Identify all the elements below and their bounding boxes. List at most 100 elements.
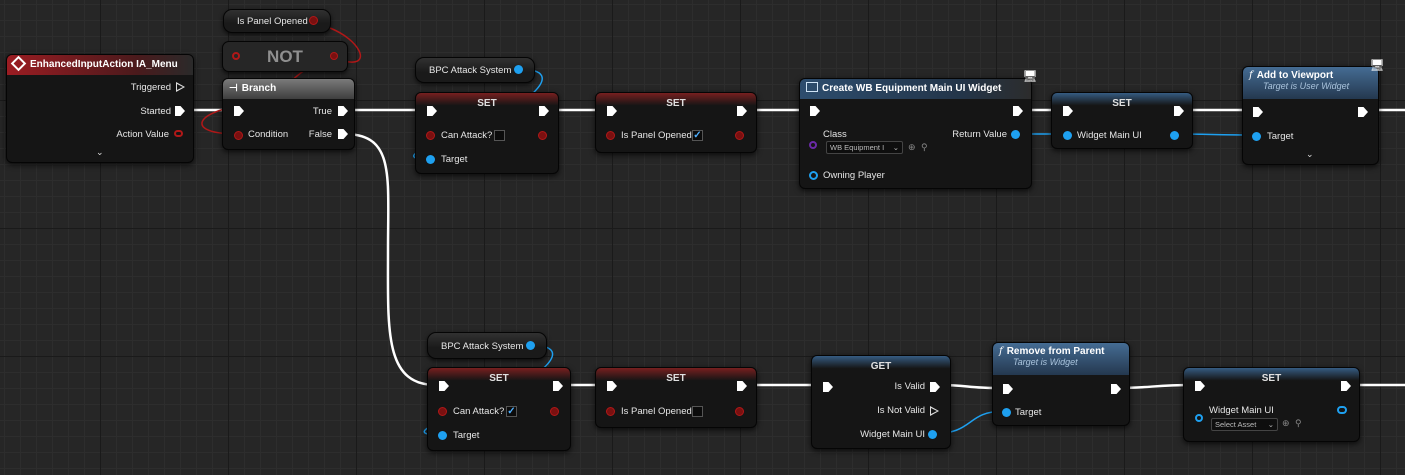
pin-label-target: Target	[453, 430, 480, 441]
create-widget-header[interactable]: Create WB Equipment Main UI Widget	[800, 79, 1031, 99]
exec-pin-out[interactable]	[1111, 384, 1121, 394]
not-label: NOT	[267, 47, 303, 66]
pin-is-panel-opened-in[interactable]	[606, 407, 615, 416]
pin-label-triggered: Triggered	[130, 82, 171, 93]
pin-can-attack-out[interactable]	[550, 407, 559, 416]
exec-pin-true[interactable]	[338, 106, 348, 116]
exec-pin-in[interactable]	[810, 106, 820, 116]
pin-widget-main-ui-out[interactable]	[1170, 131, 1179, 140]
exec-pin-out[interactable]	[1358, 107, 1368, 117]
pin-target[interactable]	[1002, 408, 1011, 417]
pin-widget-main-ui-out[interactable]	[928, 430, 937, 439]
exec-pin-in[interactable]	[1253, 107, 1263, 117]
event-node-ia-menu[interactable]: EnhancedInputAction IA_Menu Triggered St…	[6, 54, 194, 163]
use-selected-icon[interactable]: ⊕	[1282, 418, 1290, 429]
pin-widget-main-ui-out[interactable]	[1337, 406, 1347, 414]
exec-pin-in[interactable]	[1003, 384, 1013, 394]
add-to-viewport-header[interactable]: f Add to Viewport Target is User Widget	[1243, 67, 1378, 99]
set-panel-opened-node-top[interactable]: SET Is Panel Opened ✓	[595, 92, 757, 153]
set-title: SET	[666, 98, 686, 109]
pin-is-panel-opened-out[interactable]	[309, 16, 318, 25]
pin-label-target: Target	[441, 154, 468, 165]
can-attack-checkbox[interactable]	[494, 130, 505, 141]
not-node[interactable]: NOT	[222, 41, 348, 72]
pin-label-true: True	[312, 106, 332, 117]
set-can-attack-node-bottom[interactable]: SET Can Attack? ✓ Target	[427, 367, 571, 451]
exec-pin-is-not-valid[interactable]	[930, 406, 939, 416]
exec-pin-triggered[interactable]	[176, 82, 185, 92]
set-panel-opened-node-bottom[interactable]: SET Is Panel Opened	[595, 367, 757, 428]
set-title: SET	[489, 373, 509, 384]
use-selected-icon[interactable]: ⊕	[908, 142, 916, 153]
event-node-header[interactable]: EnhancedInputAction IA_Menu	[7, 55, 193, 75]
event-diamond-icon	[10, 55, 27, 72]
pin-target[interactable]	[426, 155, 435, 164]
set-title: SET	[1112, 98, 1132, 109]
is-panel-opened-checkbox[interactable]	[692, 406, 703, 417]
pin-bpc-out[interactable]	[526, 341, 535, 350]
pin-is-panel-opened-out[interactable]	[735, 407, 744, 416]
getter-label: Is Panel Opened	[237, 16, 308, 27]
pin-widget-main-ui-in[interactable]	[1195, 414, 1203, 422]
pin-action-value[interactable]	[174, 130, 183, 137]
chevron-down-icon[interactable]: ⌄	[96, 147, 104, 158]
set-widget-main-ui-node[interactable]: SET Widget Main UI	[1051, 92, 1193, 149]
pin-label-class: Class	[823, 129, 847, 140]
pin-target[interactable]	[438, 431, 447, 440]
pin-class[interactable]	[809, 141, 817, 149]
remove-from-parent-node[interactable]: f Remove from Parent Target is Widget Tar…	[992, 342, 1130, 426]
branch-node[interactable]: ⊣ Branch True Condition False	[222, 78, 355, 150]
pin-label-widget-main-ui: Widget Main UI	[860, 429, 925, 440]
pin-label-action-value: Action Value	[116, 129, 169, 140]
pin-label-false: False	[308, 129, 332, 140]
exec-pin-in[interactable]	[823, 382, 833, 392]
getter-bpc-attack-system-bottom[interactable]: BPC Attack System	[427, 332, 547, 359]
select-asset-dropdown[interactable]: Select Asset ⌄	[1211, 418, 1278, 431]
pin-bpc-out[interactable]	[514, 65, 523, 74]
pin-can-attack-in[interactable]	[438, 407, 447, 416]
class-dropdown[interactable]: WB Equipment I ⌄	[826, 141, 903, 154]
pin-label-can-attack: Can Attack?	[441, 130, 493, 141]
can-attack-checkbox[interactable]: ✓	[506, 406, 517, 417]
pin-label-can-attack: Can Attack?	[453, 406, 505, 417]
remove-from-parent-header[interactable]: f Remove from Parent Target is Widget	[993, 343, 1129, 375]
monitor-icon: 🖥	[1369, 58, 1385, 72]
exec-pin-branch-in[interactable]	[234, 106, 244, 116]
set-can-attack-node-top[interactable]: SET Can Attack? Target	[415, 92, 559, 174]
add-to-viewport-subtitle: Target is User Widget	[1263, 81, 1350, 91]
get-validated-node[interactable]: GET Is Valid Is Not Valid Widget Main UI	[811, 355, 951, 449]
select-asset-value: Select Asset	[1215, 420, 1257, 429]
getter-is-panel-opened[interactable]: Is Panel Opened	[223, 9, 331, 33]
browse-icon[interactable]: ⚲	[1295, 418, 1302, 429]
get-title: GET	[870, 361, 892, 372]
function-icon: f	[1249, 70, 1253, 81]
getter-bpc-attack-system-top[interactable]: BPC Attack System	[415, 57, 535, 83]
pin-can-attack-out[interactable]	[538, 131, 547, 140]
exec-pin-out[interactable]	[1013, 106, 1023, 116]
pin-label-widget-main-ui: Widget Main UI	[1077, 130, 1142, 141]
class-dropdown-value: WB Equipment I	[830, 143, 885, 152]
pin-not-out[interactable]	[330, 52, 338, 60]
exec-pin-is-valid[interactable]	[930, 382, 940, 392]
set-widget-main-ui-clear-node[interactable]: SET Widget Main UI Select Asset ⌄ ⊕ ⚲	[1183, 367, 1360, 442]
pin-is-panel-opened-out[interactable]	[735, 131, 744, 140]
pin-condition[interactable]	[234, 131, 243, 140]
is-panel-opened-checkbox[interactable]: ✓	[692, 130, 703, 141]
widget-icon	[806, 82, 818, 93]
branch-header[interactable]: ⊣ Branch	[223, 79, 354, 99]
add-to-viewport-node[interactable]: f Add to Viewport Target is User Widget 🖥…	[1242, 58, 1385, 165]
pin-owning-player[interactable]	[809, 171, 818, 180]
set-title: SET	[1261, 373, 1282, 384]
function-icon: f	[999, 346, 1003, 357]
browse-icon[interactable]: ⚲	[921, 142, 928, 153]
dropdown-arrow-icon: ⌄	[892, 143, 899, 152]
pin-return-value[interactable]	[1011, 130, 1020, 139]
exec-pin-false[interactable]	[338, 129, 348, 139]
pin-can-attack-in[interactable]	[426, 131, 435, 140]
pin-is-panel-opened-in[interactable]	[606, 131, 615, 140]
pin-target[interactable]	[1252, 132, 1261, 141]
chevron-down-icon[interactable]: ⌄	[1306, 149, 1314, 160]
pin-widget-main-ui-in[interactable]	[1063, 131, 1072, 140]
exec-pin-started[interactable]	[175, 106, 185, 116]
create-widget-node[interactable]: Create WB Equipment Main UI Widget 🖥 Cla…	[799, 69, 1038, 189]
